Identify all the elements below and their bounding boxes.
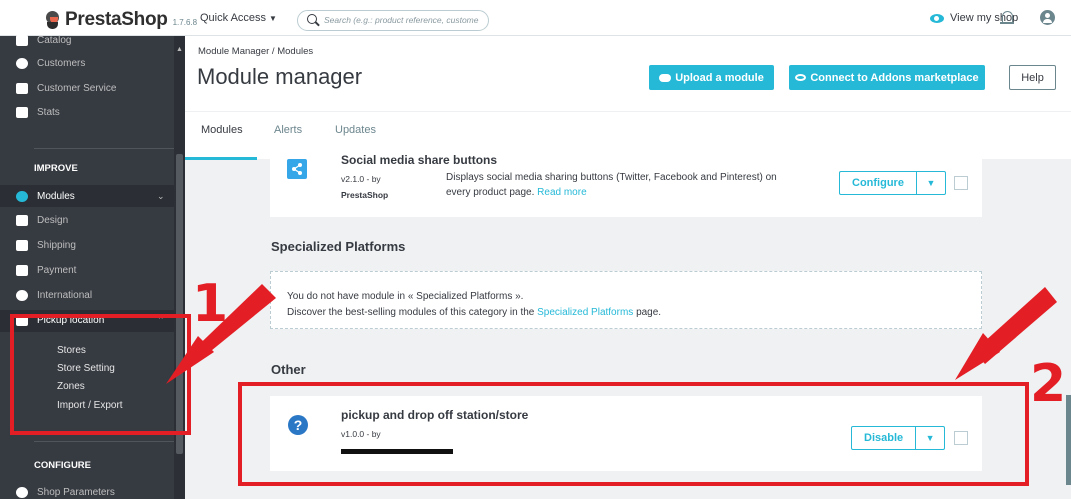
- page-header: Module Manager / Modules Module manager …: [185, 36, 1071, 160]
- chat-icon: [16, 83, 28, 94]
- breadcrumb[interactable]: Module Manager / Modules: [198, 46, 313, 57]
- discover-text: Discover the best-selling modules of thi…: [287, 307, 535, 318]
- brand-name: PrestaShop: [65, 9, 168, 30]
- active-tab-indicator: [185, 157, 257, 160]
- puzzle-icon: [16, 191, 28, 202]
- sidebar-heading-configure: CONFIGURE: [34, 460, 91, 471]
- page-title: Module manager: [197, 64, 363, 89]
- sidebar-item-catalog[interactable]: Catalog: [16, 34, 71, 46]
- customer-icon: [16, 58, 28, 69]
- sidebar-item-label: Customer Service: [37, 83, 117, 94]
- catalog-icon: [16, 34, 28, 46]
- discover-message: Discover the best-selling modules of thi…: [287, 307, 661, 318]
- version-label: 1.7.6.8: [172, 17, 198, 27]
- empty-category-box: You do not have module in « Specialized …: [270, 271, 982, 329]
- cloud-upload-icon: [659, 73, 672, 82]
- sidebar-item-payment[interactable]: Payment: [16, 265, 76, 276]
- sidebar-heading-improve: IMPROVE: [34, 163, 78, 174]
- read-more-link[interactable]: Read more: [537, 187, 586, 198]
- sidebar-item-label: Payment: [37, 265, 77, 276]
- highlight-box-2: [238, 382, 1029, 486]
- stats-icon: [16, 107, 28, 118]
- help-button[interactable]: Help: [1009, 65, 1056, 90]
- sidebar-item-international[interactable]: International: [16, 290, 92, 301]
- upload-module-label: Upload a module: [675, 71, 764, 84]
- top-bar: PrestaShop 1.7.6.8 Quick Access ▼ Search …: [0, 0, 1071, 36]
- sidebar-item-label: Catalog: [37, 34, 72, 46]
- eye-icon: [930, 13, 944, 23]
- module-name: Social media share buttons: [341, 153, 498, 167]
- sidebar-item-label: Shop Parameters: [37, 487, 115, 498]
- annotation-number-2: 2: [1030, 354, 1067, 414]
- truck-icon: [16, 240, 28, 251]
- globe-icon: [16, 290, 28, 301]
- search-icon: [307, 14, 317, 24]
- tab-modules[interactable]: Modules: [201, 124, 243, 136]
- chevron-down-icon[interactable]: ▼: [917, 172, 945, 194]
- configure-button-group: Configure ▼: [839, 171, 946, 195]
- module-version: v2.1.0 - by: [341, 174, 381, 184]
- sidebar-item-design[interactable]: Design: [16, 215, 68, 226]
- sidebar-item-label: International: [37, 290, 93, 301]
- quick-access-dropdown[interactable]: Quick Access ▼: [200, 12, 277, 24]
- discover-suffix: page.: [636, 307, 662, 318]
- key-icon: [795, 74, 807, 81]
- caret-down-icon: ▼: [269, 14, 277, 23]
- notifications-bell-icon[interactable]: [1000, 11, 1014, 24]
- sidebar-item-label: Customers: [37, 58, 86, 69]
- sidebar-item-shop-parameters[interactable]: Shop Parameters: [16, 487, 115, 498]
- sidebar-item-stats[interactable]: Stats: [16, 107, 60, 118]
- connect-addons-label: Connect to Addons marketplace: [810, 71, 979, 84]
- search-input[interactable]: Search (e.g.: product reference, custome: [297, 10, 489, 31]
- tab-alerts[interactable]: Alerts: [274, 124, 302, 136]
- sidebar-item-customers[interactable]: Customers: [16, 58, 85, 69]
- sidebar-item-label: Modules: [37, 191, 75, 202]
- card-icon: [16, 265, 28, 276]
- share-icon: [287, 159, 307, 179]
- upload-module-button[interactable]: Upload a module: [649, 65, 774, 90]
- highlight-box-1: [10, 314, 191, 435]
- sidebar-divider: [34, 441, 174, 442]
- tab-updates[interactable]: Updates: [335, 124, 376, 136]
- page-scrollbar[interactable]: [1066, 395, 1071, 485]
- sidebar-divider: [34, 148, 174, 149]
- prestashop-logo[interactable]: PrestaShop 1.7.6.8: [44, 9, 197, 31]
- chevron-down-icon: ⌄: [157, 191, 165, 201]
- annotation-number-1: 1: [192, 274, 229, 334]
- sidebar-item-label: Stats: [37, 107, 60, 118]
- section-title-other: Other: [271, 362, 306, 377]
- module-card-social: Social media share buttons v2.1.0 - by P…: [270, 148, 982, 217]
- section-title-specialized: Specialized Platforms: [271, 239, 406, 254]
- module-description: Displays social media sharing buttons (T…: [446, 170, 786, 200]
- module-description-text: Displays social media sharing buttons (T…: [446, 172, 777, 198]
- module-checkbox[interactable]: [954, 176, 968, 190]
- sidebar-item-modules[interactable]: Modules: [16, 191, 75, 202]
- monitor-icon: [16, 215, 28, 226]
- sidebar-item-label: Shipping: [37, 240, 76, 251]
- module-author: PrestaShop: [341, 190, 389, 200]
- configure-button[interactable]: Configure: [840, 172, 917, 194]
- sidebar-item-customer-service[interactable]: Customer Service: [16, 83, 116, 94]
- empty-message: You do not have module in « Specialized …: [287, 291, 524, 302]
- sidebar-item-label: Design: [37, 215, 69, 226]
- specialized-platforms-link[interactable]: Specialized Platforms: [537, 307, 633, 318]
- search-placeholder: Search (e.g.: product reference, custome: [324, 15, 479, 25]
- gear-icon: [16, 487, 28, 498]
- scroll-up-arrow-icon[interactable]: ▲: [176, 46, 183, 53]
- puffin-logo-icon: [44, 11, 60, 29]
- user-account-icon[interactable]: [1040, 10, 1055, 25]
- connect-addons-button[interactable]: Connect to Addons marketplace: [789, 65, 985, 90]
- quick-access-label: Quick Access: [200, 12, 267, 24]
- sidebar-item-shipping[interactable]: Shipping: [16, 240, 76, 251]
